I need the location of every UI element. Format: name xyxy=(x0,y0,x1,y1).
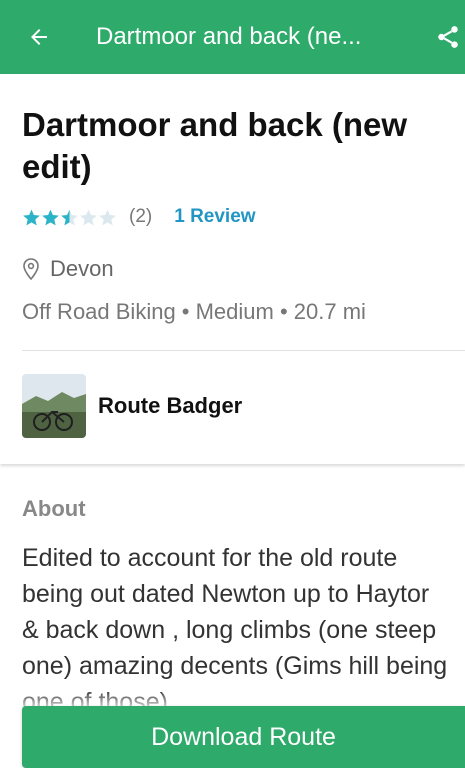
location-row: Devon xyxy=(22,256,114,282)
author-photo xyxy=(22,374,86,438)
star-rating xyxy=(22,208,117,227)
divider xyxy=(22,350,465,351)
author-row[interactable]: Route Badger xyxy=(22,374,242,438)
share-button[interactable] xyxy=(435,24,461,50)
route-header-card: Dartmoor and back (new edit) (2) 1 Revie… xyxy=(0,74,465,464)
appbar-title: Dartmoor and back (ne... xyxy=(96,23,362,50)
author-name: Route Badger xyxy=(98,393,243,418)
author-avatar xyxy=(22,374,86,438)
reviews-link[interactable]: 1 Review xyxy=(174,206,255,228)
about-heading: About xyxy=(22,496,86,521)
star-empty-icon xyxy=(80,209,97,225)
route-stats: Off Road Biking • Medium • 20.7 mi xyxy=(22,299,366,324)
location-label: Devon xyxy=(50,256,114,281)
app-bar: Dartmoor and back (ne... xyxy=(0,0,465,74)
route-title: Dartmoor and back (new edit) xyxy=(22,106,408,185)
location-pin-icon xyxy=(23,258,39,280)
back-button[interactable] xyxy=(24,22,54,52)
star-empty-icon xyxy=(99,209,116,225)
star-half-icon xyxy=(61,209,78,225)
download-route-button[interactable]: Download Route xyxy=(22,706,465,768)
share-icon xyxy=(438,26,458,48)
star-full-icon xyxy=(42,209,59,225)
rating-count: (2) xyxy=(129,206,153,227)
rating-row[interactable]: (2) 1 Review xyxy=(22,202,256,232)
arrow-left-icon xyxy=(31,29,47,45)
star-full-icon xyxy=(23,209,40,225)
